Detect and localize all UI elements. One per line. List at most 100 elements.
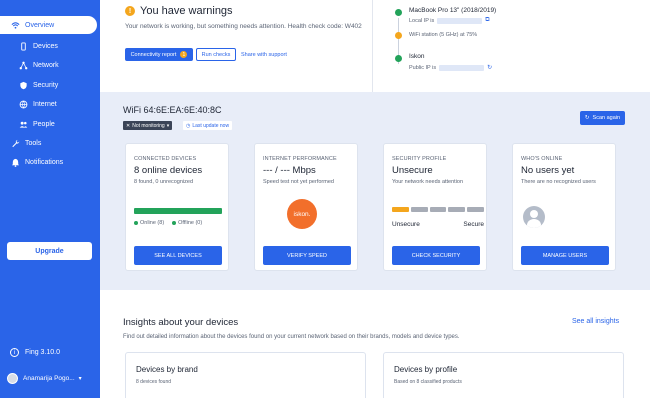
card-eyebrow: WHO'S ONLINE [521,156,563,162]
scan-again-label: Scan again [592,115,621,121]
user-menu[interactable]: Anamarija Pogo... ▾ [7,373,82,384]
insights-section: Insights about your devices See all insi… [100,290,650,398]
verify-speed-button[interactable]: VERIFY SPEED [263,246,351,265]
warning-title: You have warnings [140,5,233,17]
card-subtitle: There are no recognized users [521,179,596,185]
devices-by-brand-card[interactable]: Devices by brand 8 devices found [125,352,366,398]
sidebar-item-label: People [33,120,55,128]
offline-dot-icon [172,220,177,225]
sidebar-item-label: Internet [33,100,57,108]
sidebar-item-label: Notifications [25,158,64,166]
user-placeholder-icon [523,206,545,228]
warning-description: Your network is working, but something n… [125,23,362,30]
clock-icon: ◷ [186,122,191,129]
network-icon [18,60,28,70]
scan-again-button[interactable]: ↻ Scan again [580,111,625,125]
devices-by-profile-card[interactable]: Devices by profile Based on 8 classified… [383,352,624,398]
sidebar-item-security[interactable]: Security [0,76,100,94]
insights-title: Insights about your devices [123,317,239,328]
status-ok-icon [395,9,402,16]
security-low-label: Unsecure [392,221,420,228]
security-level-segment [448,207,466,212]
sidebar-item-people[interactable]: People [0,115,100,133]
info-icon: i [10,348,19,357]
monitoring-status-chip[interactable]: ✕ Not monitoring ▾ [123,121,173,130]
card-title: No users yet [521,165,575,176]
security-level-meter [392,207,484,212]
sidebar-item-notifications[interactable]: Notifications [0,153,100,171]
internet-performance-card: INTERNET PERFORMANCE --- / --- Mbps Spee… [254,143,358,271]
sidebar-item-overview[interactable]: Overview [0,16,97,34]
card-title: Devices by profile [394,365,458,374]
sidebar-item-devices[interactable]: Devices [0,37,100,55]
ip-address-redacted [439,64,485,71]
card-title: Devices by brand [136,365,198,374]
see-all-insights-link[interactable]: See all insights [572,318,619,325]
refresh-icon: ↻ [584,115,590,121]
sidebar-item-network[interactable]: Network [0,56,100,74]
copy-icon[interactable]: ⧉ [485,17,489,24]
people-icon [18,119,28,129]
upgrade-button[interactable]: Upgrade [7,242,92,260]
connected-devices-card: CONNECTED DEVICES 8 online devices 8 fou… [125,143,229,271]
sidebar-item-tools[interactable]: Tools [0,134,100,152]
share-with-support-link[interactable]: Share with support [241,52,287,58]
sidebar-item-label: Overview [25,21,55,29]
security-level-segment [410,207,428,212]
public-ip-row: Public IP is ↻ [409,64,492,71]
phone-icon [18,41,28,51]
chevron-down-icon: ▾ [78,376,82,382]
sidebar-item-label: Security [33,81,59,89]
chevron-down-icon: ▾ [166,122,170,129]
online-devices-progress [134,208,222,214]
network-title: WiFi 64:6E:EA:6E:40:8C [123,105,222,115]
security-profile-card: SECURITY PROFILE Unsecure Your network n… [383,143,487,271]
refresh-icon[interactable]: ↻ [487,64,492,71]
warning-count-badge: 1 [180,51,188,58]
security-level-segment [429,207,447,212]
card-title: --- / --- Mbps [263,165,316,176]
manage-users-button[interactable]: MANAGE USERS [521,246,609,265]
card-subtitle: Speed test not yet performed [263,179,334,185]
security-scale-labels: Unsecure Secure [392,221,484,228]
globe-icon [18,99,28,109]
close-icon: ✕ [126,122,131,129]
card-subtitle: Your network needs attention [392,179,464,185]
security-high-label: Secure [463,221,484,228]
version-label: Fing 3.10.0 [25,349,61,356]
card-title: 8 online devices [134,165,203,176]
online-dot-icon [134,220,138,225]
run-checks-button[interactable]: Run checks [196,48,236,61]
legend-offline-label: Offline (0) [178,220,203,226]
device-name: MacBook Pro 13" (2018/2019) [409,7,497,14]
whos-online-card: WHO'S ONLINE No users yet There are no r… [512,143,616,271]
connectivity-report-label: Connectivity report [130,51,177,58]
shield-icon [18,80,28,90]
insights-description: Find out detailed information about the … [123,334,460,340]
security-level-segment [392,207,409,212]
last-update-chip: ◷ Last update now [183,121,233,130]
status-warning-icon [395,32,402,39]
app-version[interactable]: i Fing 3.10.0 [10,348,60,357]
device-legend: Online (8) Offline (0) [134,220,202,226]
local-ip-label: Local IP is [409,17,435,24]
sidebar: Overview Devices Network Security Intern… [0,0,100,398]
last-update-label: Last update now [192,122,230,129]
status-header: ! You have warnings Your network is work… [100,0,650,92]
sidebar-item-label: Network [33,61,59,69]
see-all-devices-button[interactable]: SEE ALL DEVICES [134,246,222,265]
avatar [7,373,18,384]
card-title: Unsecure [392,165,433,176]
bell-icon [10,157,20,167]
legend-online: Online (8) [134,220,164,226]
check-security-button[interactable]: CHECK SECURITY [392,246,480,265]
wifi-icon [10,20,20,30]
monitoring-status-label: Not monitoring [132,122,165,129]
sidebar-item-internet[interactable]: Internet [0,95,100,113]
warning-icon: ! [125,6,135,16]
wrench-icon [10,138,20,148]
card-subtitle: 8 devices found [136,379,172,385]
connectivity-report-button[interactable]: Connectivity report 1 [125,48,193,61]
user-name: Anamarija Pogo... [23,375,75,382]
card-subtitle: Based on 8 classified products [394,379,462,385]
